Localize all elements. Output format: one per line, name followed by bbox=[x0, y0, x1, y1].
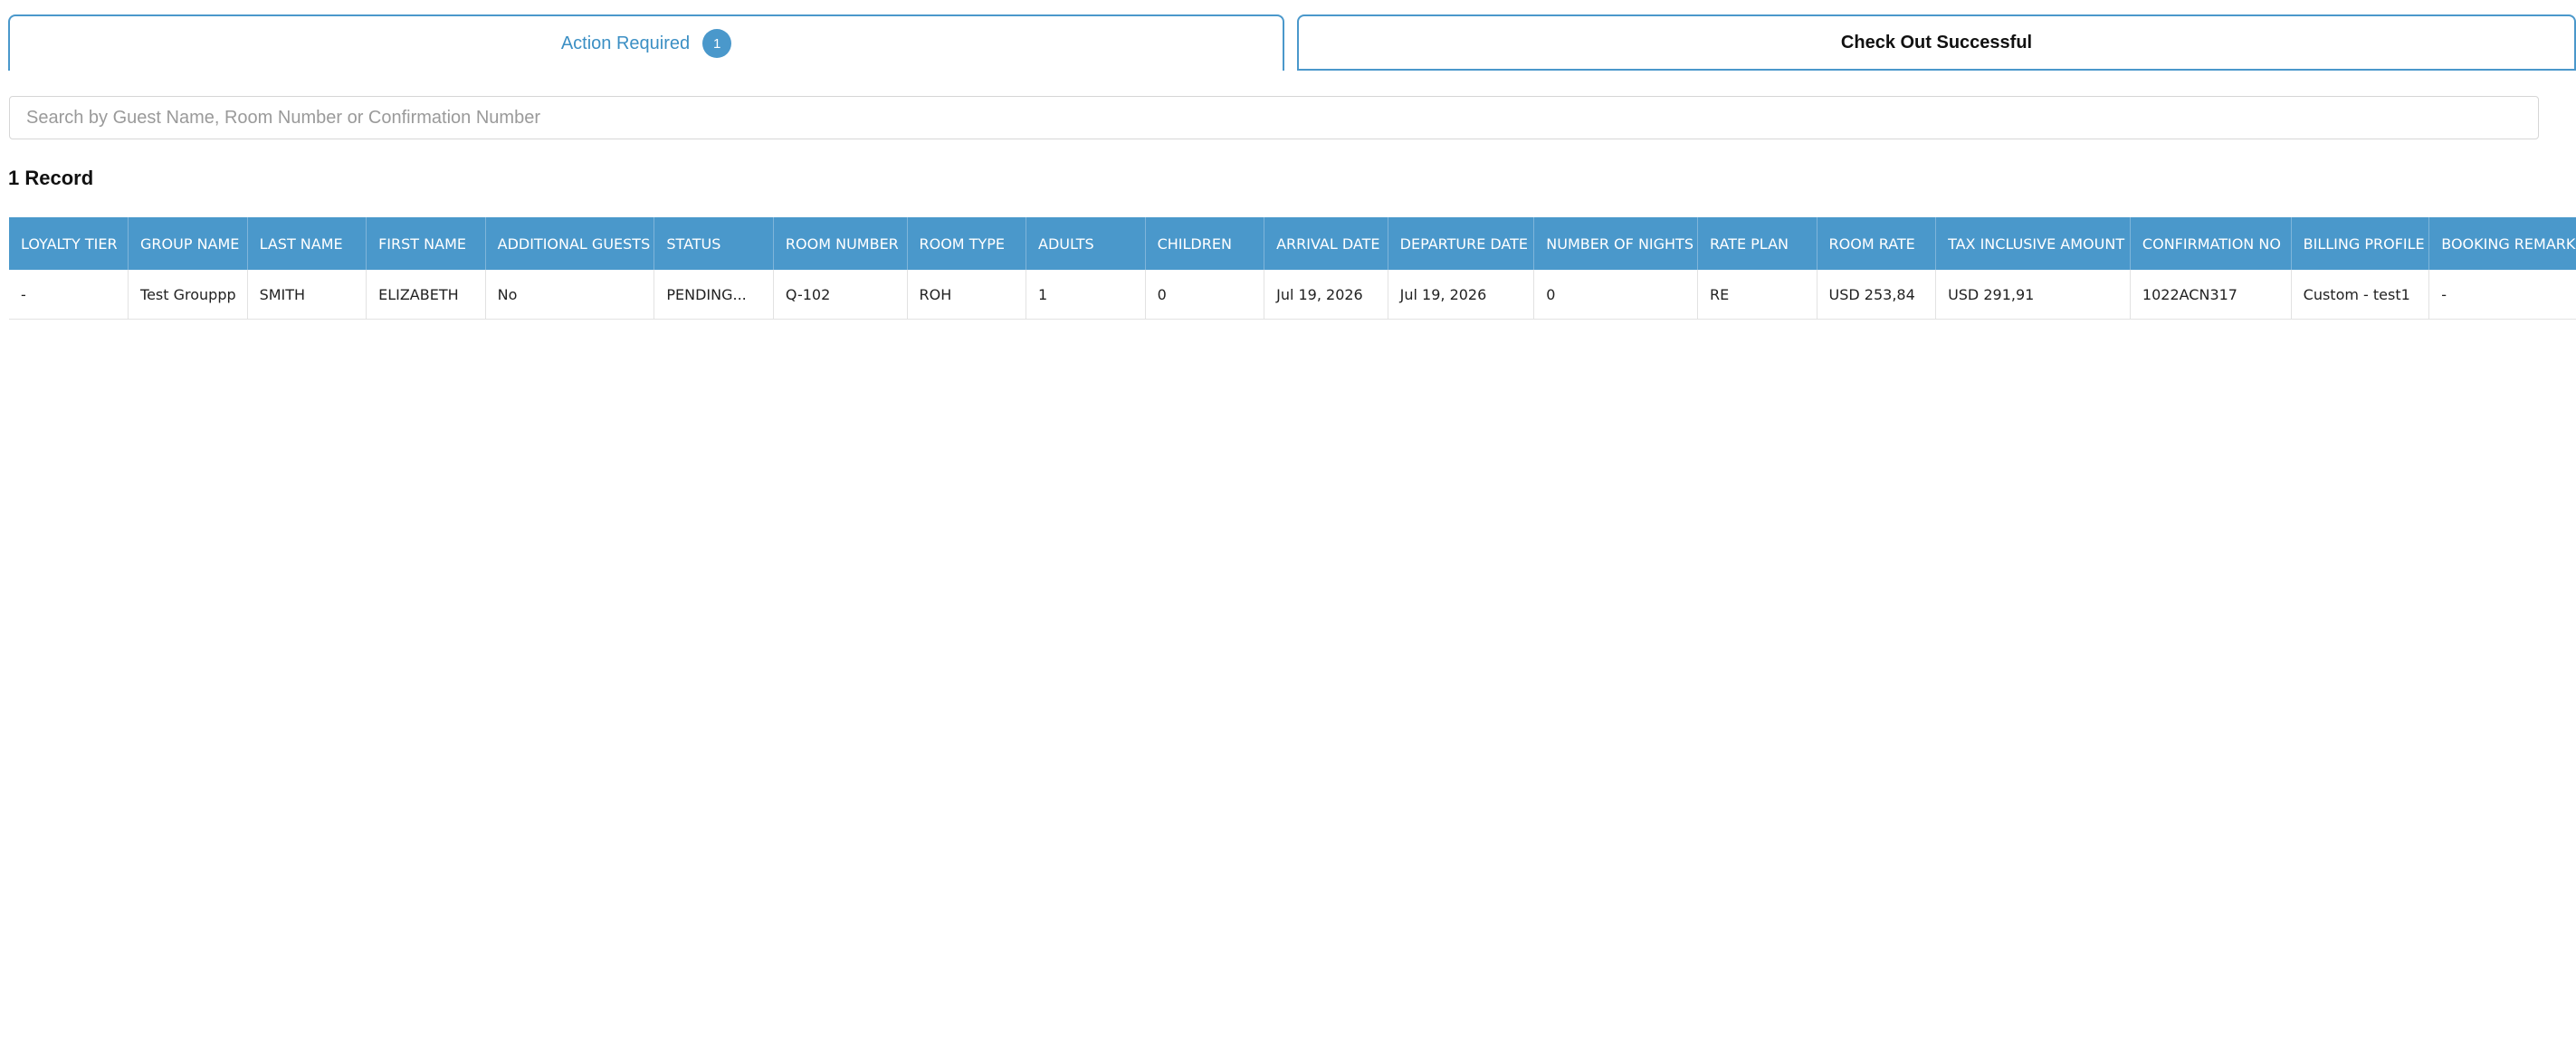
table-cell: - bbox=[9, 270, 129, 320]
column-header-room-number[interactable]: ROOM NUMBER bbox=[773, 217, 908, 270]
table-cell: 1 bbox=[1026, 270, 1146, 320]
table-cell: 0 bbox=[1145, 270, 1265, 320]
table-cell: Test Grouppp bbox=[128, 270, 248, 320]
record-count: 1 Record bbox=[8, 167, 94, 189]
tab-check-out-successful-label: Check Out Successful bbox=[1840, 32, 2033, 53]
tab-bar: Action Required 1 Check Out Successful bbox=[8, 14, 2576, 72]
column-header-departure-date[interactable]: DEPARTURE DATE bbox=[1388, 217, 1535, 270]
reservations-table: LOYALTY TIER GROUP NAME LAST NAME FIRST NAM… bbox=[9, 217, 2576, 320]
table-row[interactable]: - Test Grouppp SMITH ELIZABETH No PENDING... Q… bbox=[9, 270, 2576, 320]
column-header-booking-remarks[interactable]: BOOKING REMARKS bbox=[2428, 217, 2576, 270]
column-header-last-name[interactable]: LAST NAME bbox=[247, 217, 367, 270]
table-cell: 1022ACN317 bbox=[2130, 270, 2292, 320]
column-header-group-name[interactable]: GROUP NAME bbox=[128, 217, 248, 270]
search-input[interactable] bbox=[9, 96, 2539, 139]
column-header-room-rate[interactable]: ROOM RATE bbox=[1817, 217, 1937, 270]
table-cell: 0 bbox=[1533, 270, 1698, 320]
column-header-loyalty-tier[interactable]: LOYALTY TIER bbox=[9, 217, 129, 270]
action-required-count-badge: 1 bbox=[702, 29, 732, 58]
table-cell: Jul 19, 2026 bbox=[1264, 270, 1388, 320]
column-header-room-type[interactable]: ROOM TYPE bbox=[907, 217, 1027, 270]
table-cell: - bbox=[2428, 270, 2576, 320]
table-cell: USD 291,91 bbox=[1935, 270, 2131, 320]
table-cell: SMITH bbox=[247, 270, 367, 320]
table-cell: USD 253,84 bbox=[1817, 270, 1937, 320]
column-header-billing-profile[interactable]: BILLING PROFILE bbox=[2291, 217, 2430, 270]
column-header-number-of-nights[interactable]: NUMBER OF NIGHTS bbox=[1533, 217, 1698, 270]
table-header-row: LOYALTY TIER GROUP NAME LAST NAME FIRST NAM… bbox=[9, 217, 2576, 270]
table-cell: No bbox=[485, 270, 655, 320]
table-cell: PENDING... bbox=[654, 270, 774, 320]
table-cell: RE bbox=[1697, 270, 1818, 320]
column-header-additional-guests[interactable]: ADDITIONAL GUESTS bbox=[485, 217, 655, 270]
column-header-status[interactable]: STATUS bbox=[654, 217, 774, 270]
column-header-rate-plan[interactable]: RATE PLAN bbox=[1697, 217, 1818, 270]
table-cell: ROH bbox=[907, 270, 1027, 320]
tab-action-required-label: Action Required bbox=[560, 33, 691, 53]
tab-check-out-successful[interactable]: Check Out Successful bbox=[1297, 14, 2576, 71]
column-header-adults[interactable]: ADULTS bbox=[1026, 217, 1146, 270]
column-header-arrival-date[interactable]: ARRIVAL DATE bbox=[1264, 217, 1388, 270]
column-header-confirmation-no[interactable]: CONFIRMATION NO bbox=[2130, 217, 2292, 270]
table-cell: Jul 19, 2026 bbox=[1388, 270, 1535, 320]
table-cell: ELIZABETH bbox=[366, 270, 486, 320]
column-header-first-name[interactable]: FIRST NAME bbox=[366, 217, 486, 270]
tab-action-required[interactable]: Action Required 1 bbox=[8, 14, 1284, 71]
column-header-children[interactable]: CHILDREN bbox=[1145, 217, 1265, 270]
table-cell: Q-102 bbox=[773, 270, 908, 320]
column-header-tax-inclusive-amount[interactable]: TAX INCLUSIVE AMOUNT bbox=[1935, 217, 2131, 270]
table-cell: Custom - test1 bbox=[2291, 270, 2430, 320]
